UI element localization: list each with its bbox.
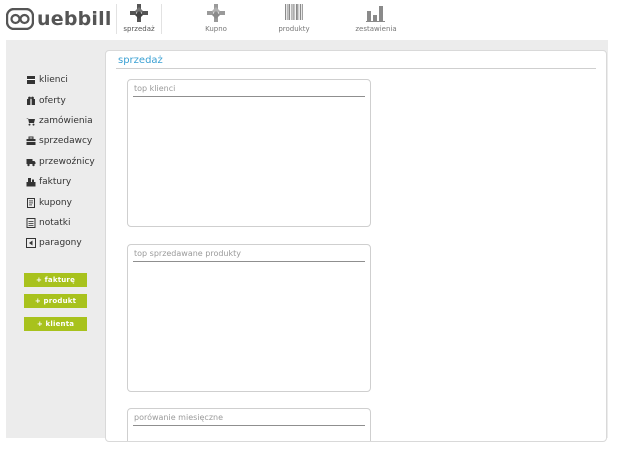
main-panel: sprzedaż top klienci top sprzedawane pro…	[105, 50, 607, 442]
sidebar-item-label: kupony	[39, 197, 72, 208]
barcode-icon	[285, 4, 303, 20]
sales-icon	[130, 4, 148, 22]
nav-divider	[116, 4, 117, 34]
nav-label: Kupno	[205, 25, 227, 33]
purchase-icon	[207, 4, 225, 22]
bar-chart-icon	[366, 6, 385, 22]
monthly-comparison-card: porówanie miesięczne	[127, 408, 371, 441]
title-divider	[116, 68, 596, 69]
top-bar: uebbill sprzedaż Kupno produkty zestawie…	[0, 0, 628, 40]
logo-icon	[6, 8, 34, 30]
sidebar-item-label: paragony	[39, 238, 82, 249]
nav-item-sales[interactable]: sprzedaż	[120, 3, 158, 37]
nav-label: sprzedaż	[123, 25, 155, 33]
nav-item-products[interactable]: produkty	[276, 3, 312, 37]
nav-item-purchase[interactable]: Kupno	[198, 3, 234, 37]
card-divider	[133, 96, 365, 97]
sidebar: klienci oferty zamówienia sprzedawcy prz…	[26, 70, 106, 254]
sidebar-item-sellers[interactable]: sprzedawcy	[26, 131, 106, 151]
sidebar-item-label: oferty	[39, 95, 66, 106]
logo-text: uebbill	[37, 8, 112, 30]
nav-label: produkty	[278, 25, 310, 33]
card-title: top klienci	[134, 84, 176, 93]
logo[interactable]: uebbill	[6, 6, 112, 32]
card-divider	[133, 425, 365, 426]
add-product-button[interactable]: + produkt	[24, 294, 87, 308]
carriers-icon	[26, 158, 36, 166]
sidebar-item-clients[interactable]: klienci	[26, 70, 106, 90]
sidebar-item-coupons[interactable]: kupony	[26, 192, 106, 212]
nav-label: zestawienia	[355, 25, 397, 33]
nav-divider	[161, 4, 162, 34]
sidebar-item-label: przewoźnicy	[39, 156, 95, 167]
card-divider	[133, 261, 365, 262]
offers-icon	[27, 96, 35, 105]
add-invoice-button[interactable]: + fakturę	[24, 273, 87, 287]
sidebar-item-label: zamówienia	[39, 115, 93, 126]
receipts-icon	[26, 238, 36, 249]
sidebar-item-offers[interactable]: oferty	[26, 90, 106, 110]
top-clients-card: top klienci	[127, 79, 371, 227]
sellers-icon	[26, 136, 36, 146]
invoices-icon	[26, 178, 36, 187]
sidebar-item-label: notatki	[39, 217, 71, 228]
card-title: top sprzedawane produkty	[134, 249, 242, 258]
sidebar-item-carriers[interactable]: przewoźnicy	[26, 152, 106, 172]
card-title: porówanie miesięczne	[134, 413, 224, 422]
notes-icon	[26, 217, 36, 228]
sidebar-item-label: klienci	[39, 75, 68, 86]
sidebar-item-invoices[interactable]: faktury	[26, 172, 106, 192]
top-products-card: top sprzedawane produkty	[127, 244, 371, 392]
sidebar-item-notes[interactable]: notatki	[26, 213, 106, 233]
coupons-icon	[27, 197, 35, 208]
sidebar-item-receipts[interactable]: paragony	[26, 233, 106, 253]
clients-icon	[27, 76, 35, 85]
sidebar-item-label: faktury	[39, 177, 72, 188]
sidebar-item-label: sprzedawcy	[39, 136, 93, 147]
sidebar-item-orders[interactable]: zamówienia	[26, 111, 106, 131]
add-client-button[interactable]: + klienta	[24, 317, 87, 331]
nav-item-reports[interactable]: zestawienia	[353, 3, 399, 37]
orders-icon	[26, 117, 35, 126]
page-title: sprzedaż	[118, 55, 163, 66]
